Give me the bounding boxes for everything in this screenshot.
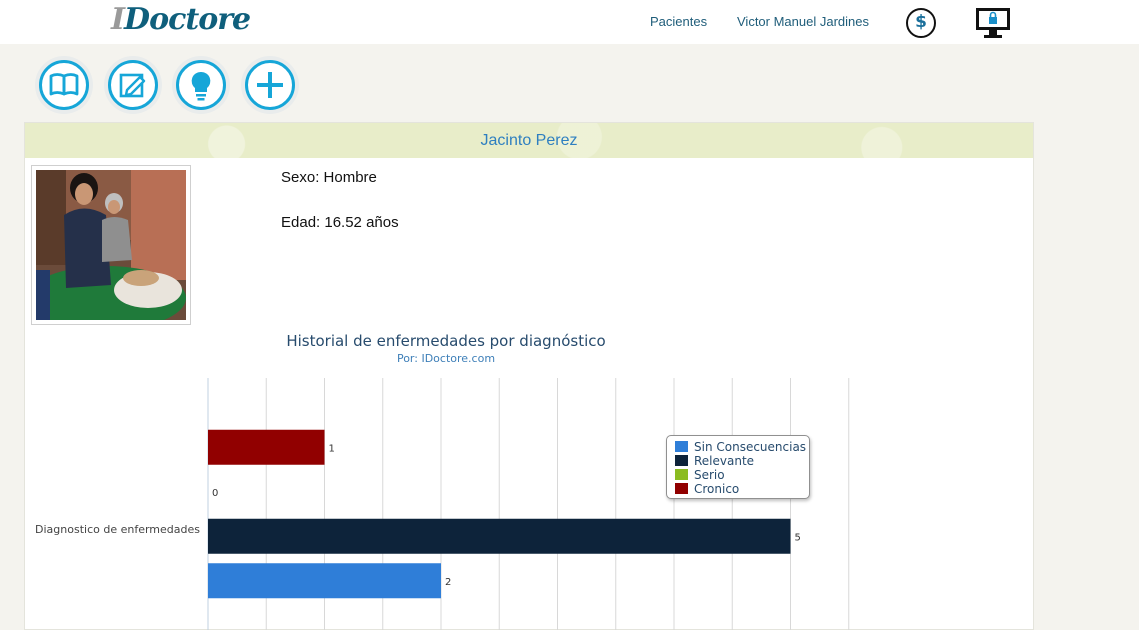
dollar-circle-icon[interactable]: $ (906, 8, 936, 38)
plus-icon (257, 72, 283, 98)
nav-pacientes-link[interactable]: Pacientes (650, 14, 707, 29)
category-label: Diagnostico de enfermedades (35, 523, 200, 536)
add-button[interactable] (241, 56, 299, 114)
legend-swatch (675, 455, 688, 466)
legend-item[interactable]: Cronico (675, 482, 801, 496)
chart-legend: Sin Consecuencias Relevante Serio Cronico (666, 435, 810, 499)
chart-subtitle: Por: IDoctore.com (396, 352, 496, 365)
legend-item[interactable]: Sin Consecuencias (675, 440, 806, 454)
top-bar: IDoctore Pacientes Victor Manuel Jardine… (0, 0, 1139, 44)
logo-text: Doctore (124, 2, 251, 37)
logo-letter-i: I (111, 2, 125, 37)
edit-button[interactable] (104, 56, 162, 114)
nav-user-link[interactable]: Victor Manuel Jardines (737, 14, 869, 29)
patient-age: Edad: 16.52 años (281, 214, 399, 231)
patient-name-header: Jacinto Perez (25, 123, 1033, 158)
patient-photo-frame (31, 165, 191, 325)
book-button[interactable] (35, 56, 93, 114)
chart-plot: Diagnostico de enfermedades 1 0 5 2 (35, 378, 850, 630)
chart-title: Historial de enfermedades por diagnóstic… (286, 332, 606, 350)
patient-photo (36, 170, 186, 320)
logo[interactable]: IDoctore (111, 2, 251, 37)
legend-swatch (675, 469, 688, 480)
book-icon (49, 73, 79, 96)
legend-swatch (675, 441, 688, 452)
legend-label: Cronico (694, 482, 740, 496)
monitor-lock-icon[interactable] (975, 7, 1011, 39)
lightbulb-icon (191, 71, 211, 101)
legend-label: Serio (694, 468, 725, 482)
lightbulb-button[interactable] (172, 56, 230, 114)
legend-item[interactable]: Serio (675, 468, 801, 482)
bar-cronico[interactable] (208, 429, 325, 465)
legend-label: Sin Consecuencias (694, 440, 807, 454)
data-label: 5 (795, 532, 801, 543)
patient-sex: Sexo: Hombre (281, 169, 377, 186)
legend-swatch (675, 483, 688, 494)
legend-label: Relevante (694, 454, 755, 468)
edit-icon (119, 73, 146, 98)
data-label: 0 (212, 488, 218, 499)
bar-relevante[interactable] (208, 518, 791, 554)
data-label: 1 (329, 443, 335, 454)
data-label: 2 (445, 577, 451, 588)
bar-sin-consecuencias[interactable] (208, 563, 441, 599)
legend-item[interactable]: Relevante (675, 454, 801, 468)
